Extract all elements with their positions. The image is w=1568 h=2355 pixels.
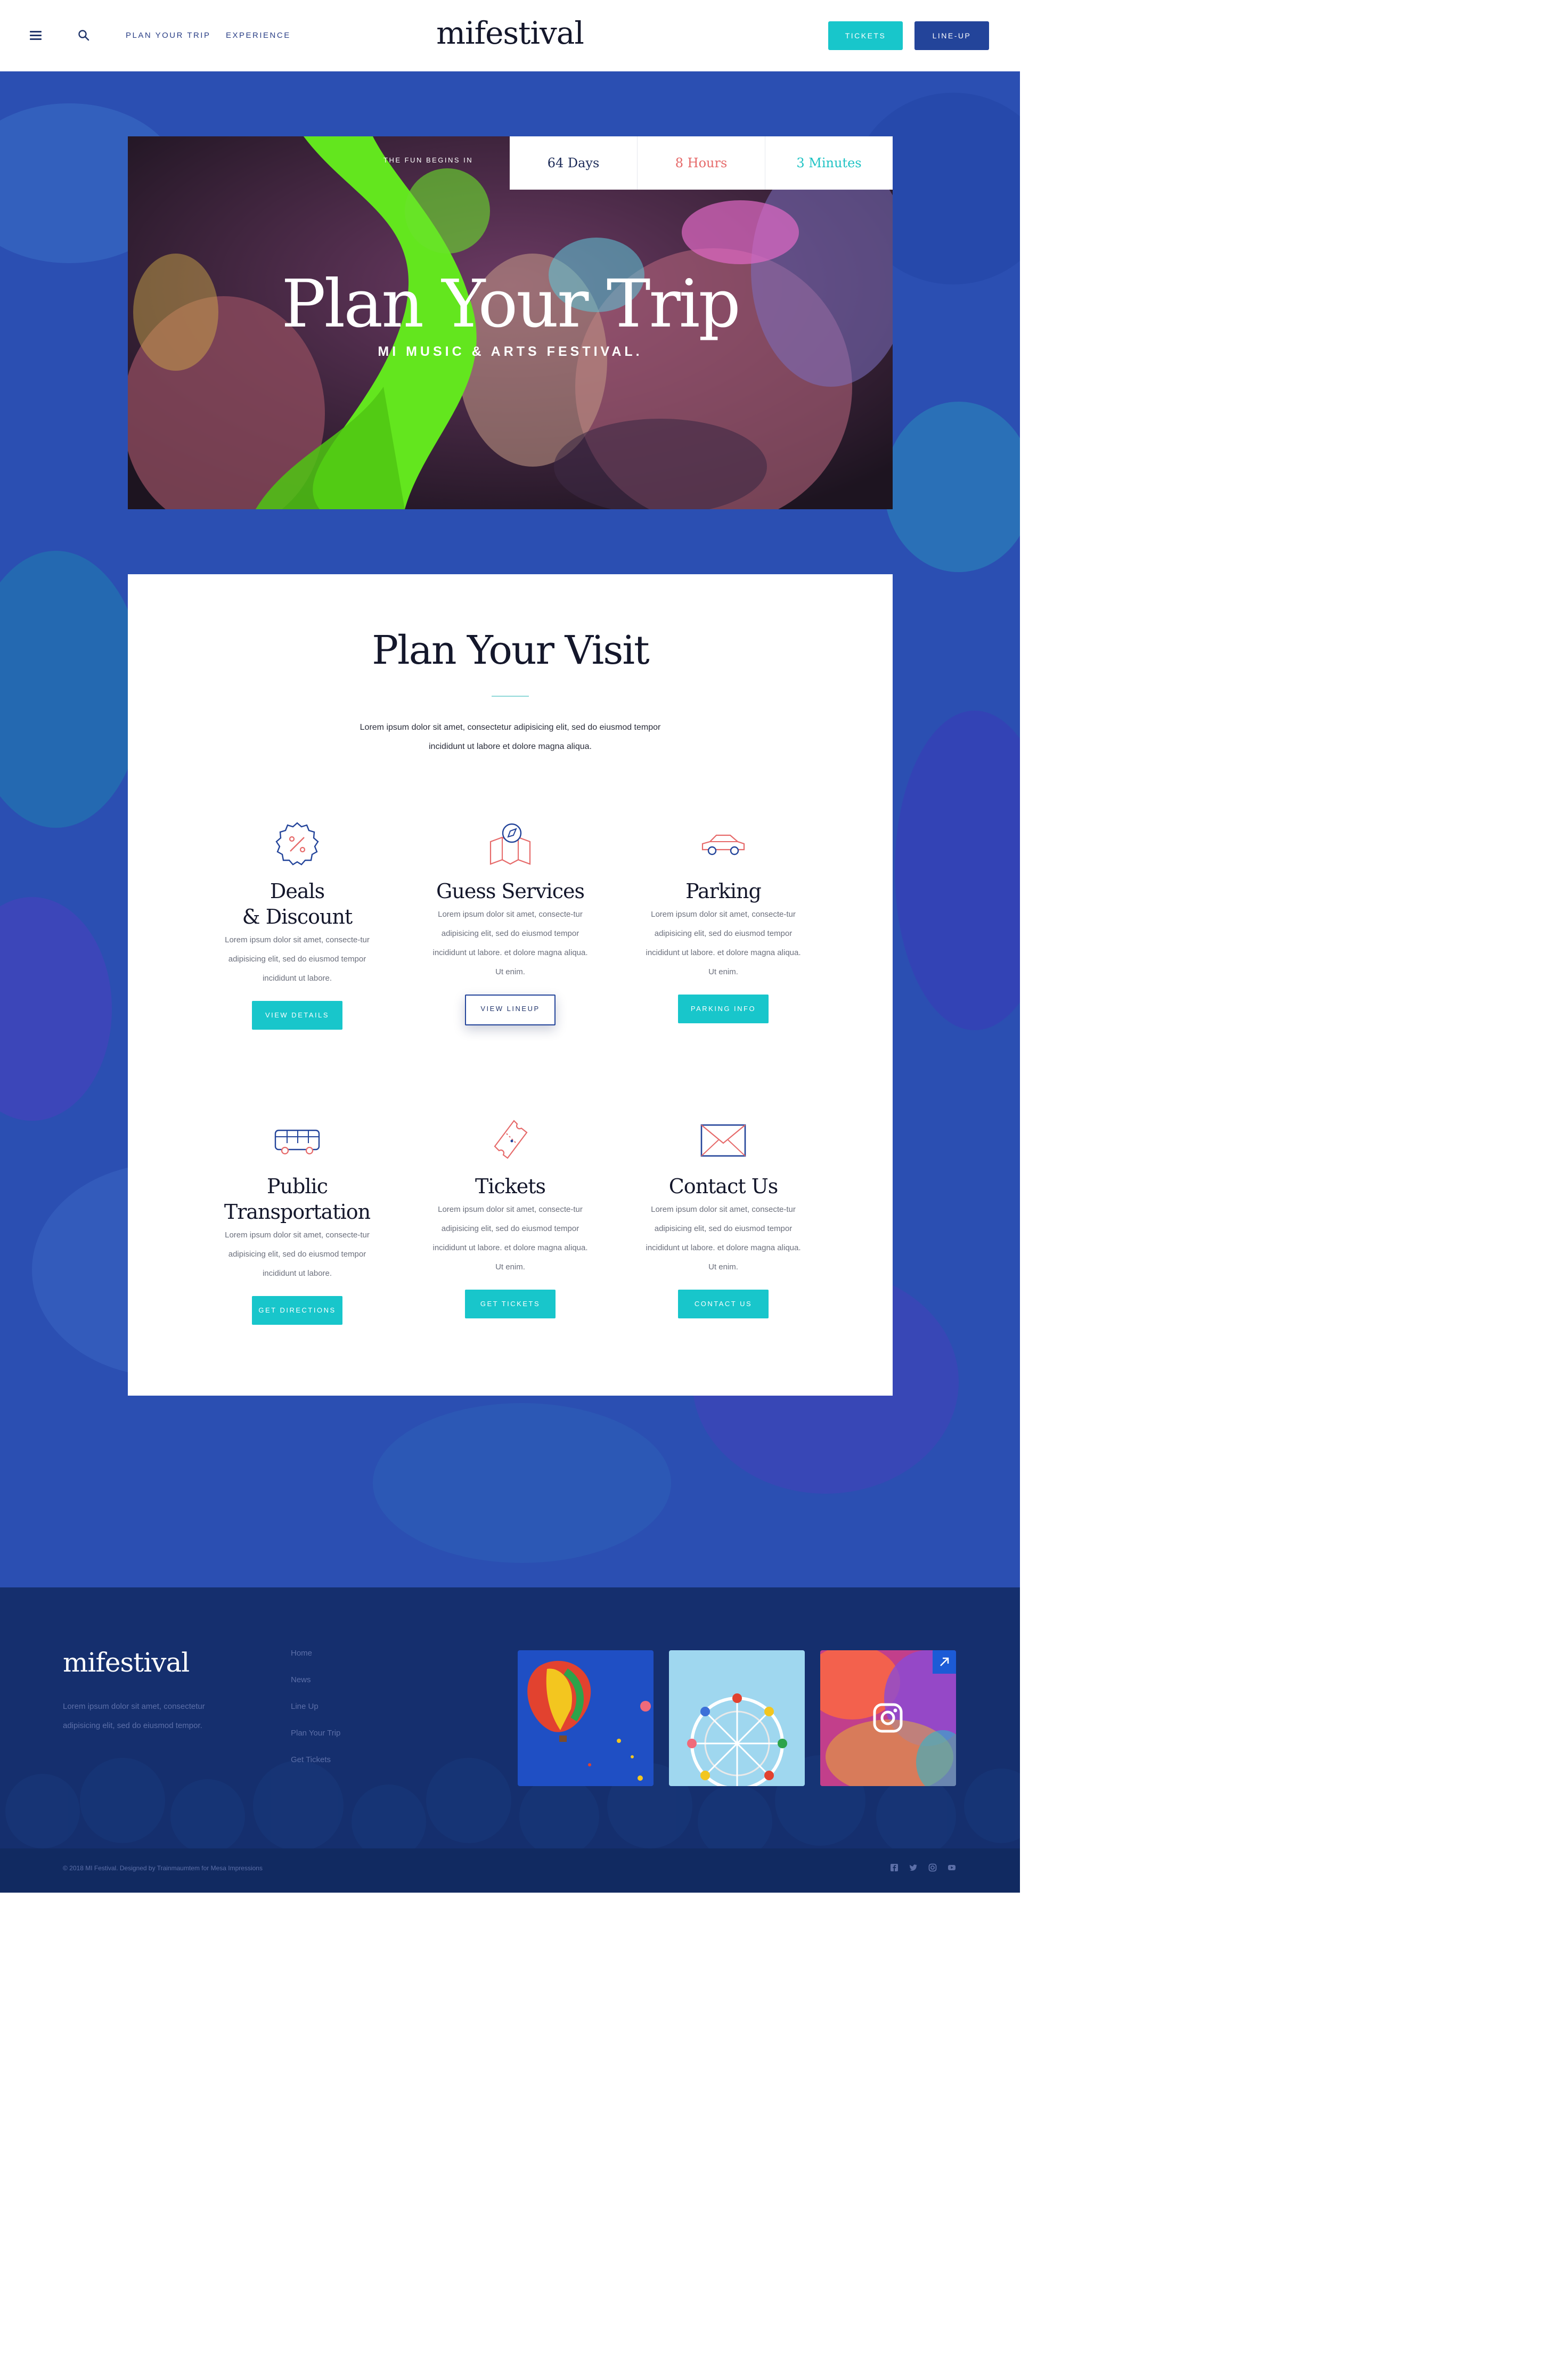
footer-logo[interactable]: mifestival [63, 1647, 190, 1678]
countdown-hours: 8 Hours [637, 136, 765, 190]
feature-description: Lorem ipsum dolor sit amet, consecte-tur… [225, 1231, 370, 1278]
footer-about: Lorem ipsum dolor sit amet, consectetur … [63, 1702, 205, 1730]
footer-link-news[interactable]: News [291, 1675, 311, 1684]
get-tickets-button[interactable]: GET TICKETS [465, 1290, 556, 1318]
countdown-minutes: 3 Minutes [765, 136, 893, 190]
lineup-button[interactable]: LINE-UP [914, 21, 989, 50]
hero-subtitle: MI MUSIC & ARTS FESTIVAL. [378, 344, 643, 359]
twitter-icon[interactable] [909, 1863, 918, 1872]
bus-icon [274, 1129, 320, 1155]
feature-description: Lorem ipsum dolor sit amet, consecte-tur… [646, 1205, 801, 1272]
facebook-icon[interactable] [890, 1863, 899, 1872]
instagram-small-icon[interactable] [928, 1863, 937, 1872]
footer-link-plan-your-trip[interactable]: Plan Your Trip [291, 1729, 340, 1738]
instagram-icon [873, 1703, 903, 1733]
feature-deals: Deals & Discount Lorem ipsum dolor sit a… [217, 820, 377, 1030]
map-compass-icon [489, 823, 531, 865]
countdown-days: 64 Days [547, 156, 600, 170]
ferris-wheel-image [669, 1650, 805, 1786]
footer-link-home[interactable]: Home [291, 1649, 312, 1658]
feature-title: Parking [685, 879, 762, 903]
feature-description: Lorem ipsum dolor sit amet, consecte-tur… [646, 910, 801, 976]
title-divider [492, 696, 529, 697]
copyright-text: © 2018 MI Festival. Designed by Trainmau… [63, 1864, 263, 1872]
feature-title: Guess Services [436, 879, 585, 903]
feature-title: Tickets [475, 1175, 546, 1198]
plan-your-visit-card: Plan Your Visit Lorem ipsum dolor sit am… [128, 574, 893, 1396]
instagram-photo-balloon[interactable] [518, 1650, 654, 1786]
footer-link-lineup[interactable]: Line Up [291, 1702, 318, 1711]
contact-us-button[interactable]: CONTACT US [678, 1290, 769, 1318]
footer-link-get-tickets[interactable]: Get Tickets [291, 1755, 331, 1764]
hero-title: Plan Your Trip [281, 266, 741, 343]
feature-description: Lorem ipsum dolor sit amet, consecte-tur… [432, 910, 588, 976]
envelope-icon [700, 1124, 746, 1157]
instagram-photo-color-festival[interactable] [820, 1650, 956, 1786]
countdown-timer: 64 Days 8 Hours 3 Minutes [510, 136, 893, 190]
discount-badge-icon [275, 822, 319, 866]
feature-tickets: Tickets Lorem ipsum dolor sit amet, cons… [430, 1115, 590, 1318]
feature-public-transportation: Public Transportation Lorem ipsum dolor … [217, 1115, 377, 1325]
view-details-button[interactable]: VIEW DETAILS [252, 1001, 342, 1030]
hero-banner: THE FUN BEGINS IN 64 Days 8 Hours 3 Minu… [128, 136, 893, 509]
feature-parking: Parking Lorem ipsum dolor sit amet, cons… [643, 820, 803, 1023]
section-intro: Lorem ipsum dolor sit amet, consectetur … [360, 723, 661, 751]
feature-title: Public Transportation [224, 1175, 371, 1224]
get-directions-button[interactable]: GET DIRECTIONS [252, 1296, 342, 1325]
feature-title: Contact Us [668, 1175, 779, 1198]
car-icon [701, 834, 745, 855]
feature-guest-services: Guess Services Lorem ipsum dolor sit ame… [430, 820, 590, 1025]
external-link-icon [940, 1657, 949, 1666]
tickets-button[interactable]: TICKETS [828, 21, 903, 50]
youtube-icon[interactable] [948, 1863, 956, 1872]
open-instagram-button[interactable] [933, 1650, 956, 1674]
hot-air-balloon-image [518, 1650, 654, 1786]
ticket-icon [494, 1120, 528, 1159]
countdown-label: THE FUN BEGINS IN [383, 156, 473, 164]
parking-info-button[interactable]: PARKING INFO [678, 995, 769, 1023]
instagram-photo-ferris-wheel[interactable] [669, 1650, 805, 1786]
feature-title: Deals & Discount [242, 879, 353, 928]
feature-contact-us: Contact Us Lorem ipsum dolor sit amet, c… [643, 1115, 803, 1318]
feature-description: Lorem ipsum dolor sit amet, consecte-tur… [432, 1205, 588, 1272]
view-lineup-button[interactable]: VIEW LINEUP [465, 995, 556, 1025]
section-title: Plan Your Visit [372, 628, 649, 673]
site-header: PLAN YOUR TRIP EXPERIENCE mifestival TIC… [0, 0, 1020, 71]
feature-description: Lorem ipsum dolor sit amet, consecte-tur… [225, 935, 370, 983]
